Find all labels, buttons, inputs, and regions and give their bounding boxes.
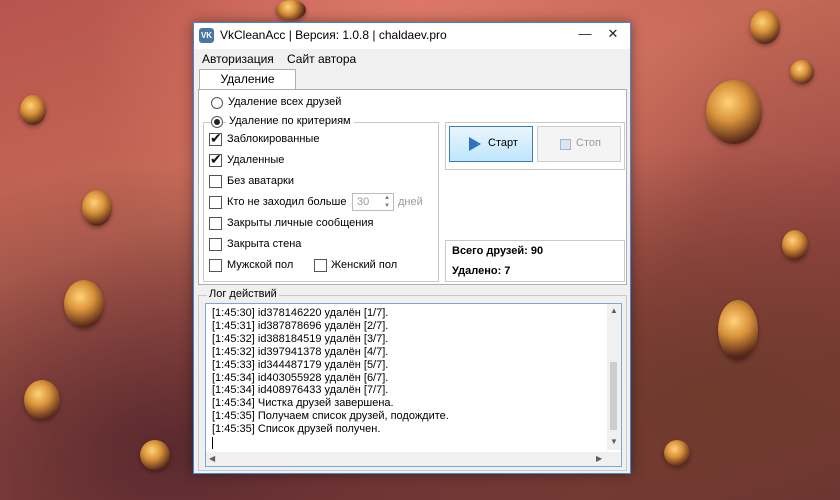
stop-icon: [560, 139, 571, 150]
scroll-left-icon[interactable]: ◀: [209, 454, 215, 463]
checkbox-closed-wall-label[interactable]: Закрыта стена: [227, 238, 301, 250]
log-line: [1:45:35] Получаем список друзей, подожд…: [212, 410, 449, 423]
checkbox-closed-messages-label[interactable]: Закрыты личные сообщения: [227, 217, 373, 229]
vertical-scroll-thumb[interactable]: [610, 362, 617, 430]
checkbox-deleted[interactable]: [209, 151, 222, 168]
stepper-arrows-icon[interactable]: ▲ ▼: [382, 194, 392, 210]
checkbox-inactive[interactable]: [209, 196, 222, 209]
tab-delete-friends[interactable]: Удаление друзей: [199, 69, 296, 105]
inactive-days-value[interactable]: 30: [357, 196, 369, 208]
background-droplet: [706, 80, 762, 144]
checkbox-male[interactable]: [209, 259, 222, 272]
window-title: VkCleanAcc | Версия: 1.0.8 | chaldaev.pr…: [220, 28, 447, 42]
scroll-up-icon[interactable]: ▲: [610, 306, 618, 315]
vertical-scrollbar[interactable]: ▲ ▼: [607, 304, 621, 450]
log-line: [1:45:34] id403055928 удалён [6/7].: [212, 371, 389, 384]
radio-by-criteria[interactable]: [211, 116, 223, 128]
checkbox-male-label[interactable]: Мужской пол: [227, 259, 293, 271]
checkbox-female[interactable]: [314, 259, 327, 272]
vk-logo-icon: VK: [199, 28, 214, 43]
stop-button[interactable]: Стоп: [537, 126, 621, 162]
log-line: [1:45:33] id344487179 удалён [5/7].: [212, 358, 389, 371]
log-line: [1:45:32] id397941378 удалён [4/7].: [212, 345, 389, 358]
menu-bar: Авторизация Сайт автора: [194, 49, 630, 69]
deleted-count-stat: Удалено: 7: [452, 265, 511, 277]
stop-button-label: Стоп: [576, 137, 601, 149]
scroll-right-icon[interactable]: ▶: [596, 454, 602, 463]
log-lines: [1:45:30] id378146220 удалён [1/7]. [1:4…: [212, 307, 449, 450]
minimize-button[interactable]: —: [570, 23, 600, 45]
menu-item-authorization[interactable]: Авторизация: [202, 52, 274, 66]
inactive-days-stepper[interactable]: 30 ▲ ▼: [352, 193, 394, 211]
start-button-label: Старт: [488, 137, 518, 149]
radio-by-criteria-label[interactable]: Удаление по критериям: [226, 115, 354, 127]
checkbox-blocked-label[interactable]: Заблокированные: [227, 133, 319, 145]
checkbox-female-label[interactable]: Женский пол: [331, 259, 397, 271]
close-button[interactable]: ✕: [598, 23, 628, 45]
log-group: Лог действий [1:45:30] id378146220 удалё…: [198, 288, 627, 471]
log-line: [1:45:35] Список друзей получен.: [212, 423, 381, 436]
background-droplet: [750, 10, 780, 44]
background-droplet: [140, 440, 170, 470]
start-button[interactable]: Старт: [449, 126, 533, 162]
log-line: [1:45:30] id378146220 удалён [1/7].: [212, 307, 389, 319]
inactive-days-unit: дней: [398, 196, 423, 208]
title-bar[interactable]: VK VkCleanAcc | Версия: 1.0.8 | chaldaev…: [194, 23, 630, 49]
horizontal-scrollbar[interactable]: ◀ ▶: [206, 452, 621, 466]
checkbox-closed-messages[interactable]: [209, 217, 222, 230]
background-droplet: [24, 380, 60, 420]
background-droplet: [718, 300, 758, 360]
total-friends-stat: Всего друзей: 90: [452, 245, 544, 257]
log-line: [1:45:31] id387878696 удалён [2/7].: [212, 319, 389, 332]
log-legend: Лог действий: [207, 288, 279, 300]
background-droplet: [664, 440, 690, 466]
background-droplet: [782, 230, 808, 260]
log-line: [1:45:34] Чистка друзей завершена.: [212, 397, 394, 410]
log-line: [1:45:34] id408976433 удалён [7/7].: [212, 384, 389, 397]
checkbox-blocked[interactable]: [209, 130, 222, 147]
checkbox-closed-wall[interactable]: [209, 238, 222, 251]
menu-item-author-site[interactable]: Сайт автора: [287, 52, 356, 66]
app-window: VK VkCleanAcc | Версия: 1.0.8 | chaldaev…: [193, 22, 631, 474]
background-droplet: [276, 0, 306, 20]
checkbox-no-avatar[interactable]: [209, 175, 222, 188]
log-textarea[interactable]: [1:45:30] id378146220 удалён [1/7]. [1:4…: [205, 303, 622, 467]
log-line: [1:45:32] id388184519 удалён [3/7].: [212, 332, 389, 345]
play-icon: [469, 137, 481, 151]
background-droplet: [790, 60, 814, 84]
background-droplet: [82, 190, 112, 226]
checkbox-deleted-label[interactable]: Удаленные: [227, 154, 284, 166]
scroll-down-icon[interactable]: ▼: [610, 437, 618, 446]
text-cursor: [212, 437, 213, 450]
checkbox-inactive-label[interactable]: Кто не заходил больше: [227, 196, 346, 208]
radio-all-friends[interactable]: [211, 97, 223, 109]
checkbox-no-avatar-label[interactable]: Без аватарки: [227, 175, 294, 187]
radio-all-friends-label[interactable]: Удаление всех друзей: [228, 96, 341, 108]
background-droplet: [64, 280, 104, 328]
tab-panel: Удаление всех друзей Удаление по критери…: [198, 89, 627, 285]
background-droplet: [20, 95, 46, 125]
